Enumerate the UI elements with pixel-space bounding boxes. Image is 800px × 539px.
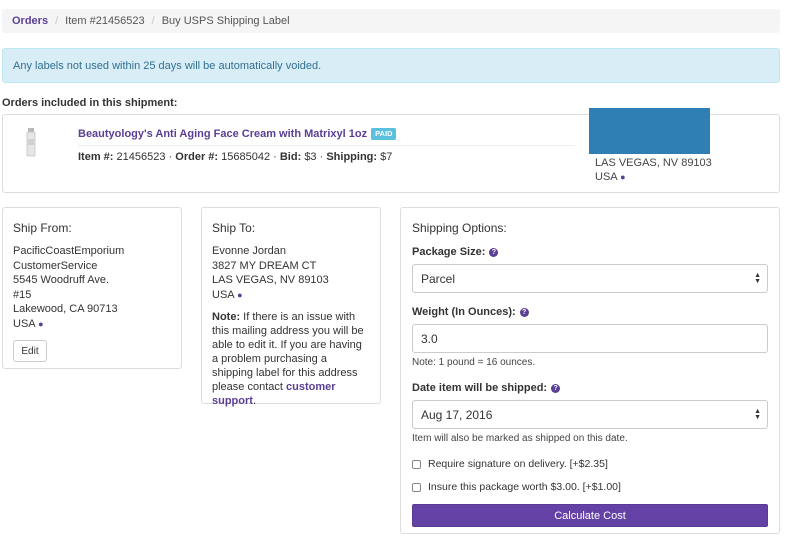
order-address: LAS VEGAS, NV 89103 USA ● (595, 156, 712, 184)
breadcrumb-current: Buy USPS Shipping Label (161, 15, 290, 27)
signature-checkbox[interactable] (412, 459, 421, 469)
weight-note: Note: 1 pound = 16 ounces. (412, 357, 536, 368)
redacted-address-block (589, 108, 710, 154)
order-number-value: 15685042 (221, 151, 271, 163)
question-icon[interactable]: ? (519, 307, 529, 317)
ship-from-line: PacificCoastEmporium (13, 245, 125, 257)
bid-label: Bid: (279, 151, 302, 163)
order-number-label: Order #: (175, 151, 219, 163)
ship-from-line: Lakewood, CA 90713 (13, 303, 118, 315)
weight-value: 3.0 (421, 331, 438, 346)
orders-heading: Orders included in this shipment: (2, 97, 178, 109)
ship-date-note: Item will also be marked as shipped on t… (412, 433, 628, 444)
weight-label: Weight (In Ounces): ? (412, 306, 768, 318)
package-size-label-text: Package Size: (412, 246, 486, 258)
select-arrows-icon: ▲ ▼ (754, 271, 761, 285)
shipping-label: Shipping: (326, 151, 378, 163)
shipping-value: $7 (380, 151, 393, 163)
ship-to-line: Evonne Jordan (212, 245, 286, 257)
map-marker-icon[interactable]: ● (38, 319, 43, 329)
breadcrumb-orders-link[interactable]: Orders (12, 15, 48, 27)
note-label: Note: (212, 311, 241, 323)
order-address-line: LAS VEGAS, NV 89103 (595, 157, 712, 169)
ship-to-country: USA (212, 288, 235, 301)
ship-from-line: #15 (13, 288, 32, 301)
signature-option[interactable]: Require signature on delivery. [+$2.35] (412, 458, 768, 470)
note-end: . (252, 395, 257, 407)
order-product-title: Beautyology's Anti Aging Face Cream with… (78, 128, 397, 140)
ship-from-line: 5545 Woodruff Ave. (13, 274, 110, 286)
ship-to-address: Evonne Jordan 3827 MY DREAM CT LAS VEGAS… (212, 244, 370, 302)
ship-from-panel: Ship From: PacificCoastEmporium Customer… (2, 207, 182, 369)
item-number-label: Item #: (78, 151, 114, 163)
alert-text: Any labels not used within 25 days will … (13, 59, 322, 72)
ship-date-value: Aug 17, 2016 (421, 407, 493, 422)
breadcrumb-item: Item #21456523 (65, 15, 145, 27)
breadcrumb: Orders / Item #21456523 / Buy USPS Shipp… (2, 9, 780, 33)
void-info-alert: Any labels not used within 25 days will … (2, 48, 780, 83)
map-marker-icon[interactable]: ● (237, 290, 242, 300)
paid-badge: PAID (371, 128, 397, 140)
ship-from-country: USA (13, 317, 36, 330)
ship-to-title: Ship To: (212, 221, 256, 235)
bid-value: $3 (304, 151, 317, 163)
calculate-cost-button[interactable]: Calculate Cost (412, 504, 768, 527)
package-size-select[interactable]: Parcel ▲ ▼ (412, 264, 768, 293)
package-size-label: Package Size: ? (412, 246, 768, 258)
package-size-value: Parcel (421, 271, 456, 286)
insure-checkbox[interactable] (412, 482, 421, 492)
shipping-options-title: Shipping Options: (412, 221, 507, 235)
ship-to-line: 3827 MY DREAM CT (212, 259, 317, 272)
ship-to-note: Note: If there is an issue with this mai… (212, 310, 370, 408)
weight-input[interactable]: 3.0 (412, 324, 768, 353)
item-number-value: 21456523 (116, 151, 166, 163)
ship-date-label: Date item will be shipped: ? (412, 382, 768, 394)
order-address-country: USA (595, 171, 618, 183)
breadcrumb-separator: / (55, 15, 59, 27)
signature-label: Require signature on delivery. [+$2.35] (428, 458, 608, 470)
weight-label-text: Weight (In Ounces): (412, 306, 516, 318)
order-divider (78, 145, 575, 146)
insure-label: Insure this package worth $3.00. [+$1.00… (428, 481, 621, 493)
select-arrows-icon: ▲ ▼ (754, 407, 761, 421)
order-meta: Item #: 21456523 · Order #: 15685042 · B… (78, 151, 393, 163)
edit-ship-from-button[interactable]: Edit (13, 340, 47, 362)
ship-from-title: Ship From: (13, 221, 72, 235)
ship-date-select[interactable]: Aug 17, 2016 ▲ ▼ (412, 400, 768, 429)
ship-to-line: LAS VEGAS, NV 89103 (212, 274, 329, 286)
ship-date-label-text: Date item will be shipped: (412, 382, 548, 394)
product-link[interactable]: Beautyology's Anti Aging Face Cream with… (78, 128, 367, 140)
insure-option[interactable]: Insure this package worth $3.00. [+$1.00… (412, 481, 768, 493)
question-icon[interactable]: ? (551, 383, 561, 393)
product-thumbnail (26, 128, 36, 157)
ship-to-panel: Ship To: Evonne Jordan 3827 MY DREAM CT … (201, 207, 381, 407)
question-icon[interactable]: ? (489, 247, 499, 257)
ship-from-line: CustomerService (13, 259, 98, 272)
breadcrumb-separator: / (151, 15, 155, 27)
map-marker-icon[interactable]: ● (620, 172, 625, 182)
shipping-options-panel: Shipping Options: Package Size: ? Parcel… (400, 207, 780, 534)
ship-from-address: PacificCoastEmporium CustomerService 554… (13, 244, 171, 331)
